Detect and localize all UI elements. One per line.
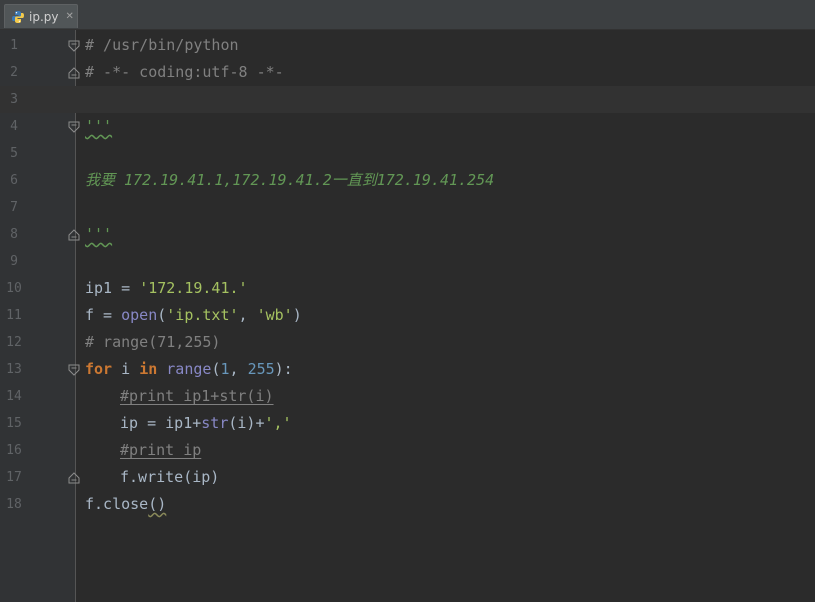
code-text: ''' xyxy=(85,225,113,243)
line-number: 6 xyxy=(10,173,18,188)
code-text: ip1 = '172.19.41.' xyxy=(85,275,248,302)
code-token: ip1 = xyxy=(85,279,140,297)
code-token: f.close xyxy=(85,495,149,513)
code-line-3[interactable]: 3 xyxy=(0,86,815,113)
line-number: 7 xyxy=(10,200,18,215)
line-number: 10 xyxy=(6,281,22,296)
code-line-18[interactable]: 18 f.close() xyxy=(0,491,815,518)
line-number: 1 xyxy=(10,38,18,53)
builtin-token: open xyxy=(121,306,158,324)
number-token: 1 xyxy=(220,360,230,378)
fold-end-marker-icon[interactable] xyxy=(67,228,81,242)
string-token: 'ip.txt' xyxy=(166,306,239,324)
keyword-token: in xyxy=(139,360,158,378)
line-number: 8 xyxy=(10,227,18,242)
code-token: ) xyxy=(292,306,302,324)
tab-ip-py[interactable]: ip.py ✕ xyxy=(4,4,78,28)
code-line-17[interactable]: 17 f.write(ip) xyxy=(0,464,815,491)
code-line-4[interactable]: 4 ''' xyxy=(0,113,815,140)
line-number: 2 xyxy=(10,65,18,80)
code-text: # -*- coding:utf-8 -*- xyxy=(85,63,284,81)
line-number: 13 xyxy=(6,362,22,377)
code-text: # /usr/bin/python xyxy=(85,36,239,54)
code-text: ip = ip1+str(i)+',' xyxy=(120,410,292,437)
code-text: f.close() xyxy=(85,491,166,518)
line-number: 17 xyxy=(6,470,22,485)
code-editor[interactable]: 1 # /usr/bin/python 2 # -*- coding:utf-8… xyxy=(0,30,815,602)
line-number: 3 xyxy=(10,92,18,107)
code-token: ): xyxy=(274,360,293,378)
code-text: for i in range(1, 255): xyxy=(85,356,293,383)
code-line-8[interactable]: 8 ''' xyxy=(0,221,815,248)
string-token: '172.19.41.' xyxy=(139,279,248,297)
code-token: (i)+ xyxy=(228,414,265,432)
number-token: 255 xyxy=(247,360,275,378)
editor-tab-bar: ip.py ✕ xyxy=(0,0,815,30)
code-text: #print ip xyxy=(120,441,202,459)
code-token: () xyxy=(148,495,167,513)
code-text: ''' xyxy=(85,117,113,135)
code-line-10[interactable]: 10 ip1 = '172.19.41.' xyxy=(0,275,815,302)
code-text: #print ip1+str(i) xyxy=(120,387,274,405)
code-token: , xyxy=(238,306,257,324)
code-text: 我要 172.19.41.1,172.19.41.2一直到172.19.41.2… xyxy=(85,171,495,189)
line-number: 15 xyxy=(6,416,22,431)
code-line-13[interactable]: 13 for i in range(1, 255): xyxy=(0,356,815,383)
line-number: 11 xyxy=(6,308,22,323)
code-line-12[interactable]: 12 # range(71,255) xyxy=(0,329,815,356)
code-line-1[interactable]: 1 # /usr/bin/python xyxy=(0,32,815,59)
keyword-token: for xyxy=(85,360,113,378)
code-text: f = open('ip.txt', 'wb') xyxy=(85,302,302,329)
builtin-token: range xyxy=(166,360,212,378)
line-number: 16 xyxy=(6,443,22,458)
string-token: 'wb' xyxy=(256,306,293,324)
line-number: 14 xyxy=(6,389,22,404)
code-line-2[interactable]: 2 # -*- coding:utf-8 -*- xyxy=(0,59,815,86)
line-number: 5 xyxy=(10,146,18,161)
fold-marker-icon[interactable] xyxy=(67,363,81,377)
code-line-15[interactable]: 15 ip = ip1+str(i)+',' xyxy=(0,410,815,437)
fold-end-marker-icon[interactable] xyxy=(67,471,81,485)
code-line-6[interactable]: 6 我要 172.19.41.1,172.19.41.2一直到172.19.41… xyxy=(0,167,815,194)
fold-marker-icon[interactable] xyxy=(67,39,81,53)
code-text: # range(71,255) xyxy=(85,333,221,351)
code-line-5[interactable]: 5 xyxy=(0,140,815,167)
fold-end-marker-icon[interactable] xyxy=(67,66,81,80)
code-token: f = xyxy=(85,306,122,324)
code-token: i xyxy=(112,360,140,378)
python-file-icon xyxy=(12,10,24,23)
code-token: ip = ip1+ xyxy=(120,414,202,432)
code-line-16[interactable]: 16 #print ip xyxy=(0,437,815,464)
code-line-11[interactable]: 11 f = open('ip.txt', 'wb') xyxy=(0,302,815,329)
close-tab-icon[interactable]: ✕ xyxy=(65,11,73,22)
line-number: 12 xyxy=(6,335,22,350)
builtin-token: str xyxy=(201,414,229,432)
code-token: ( xyxy=(157,306,167,324)
code-line-9[interactable]: 9 xyxy=(0,248,815,275)
code-token: , xyxy=(229,360,248,378)
tab-label: ip.py xyxy=(29,9,59,24)
line-number: 4 xyxy=(10,119,18,134)
code-text: f.write(ip) xyxy=(120,468,220,486)
line-number: 9 xyxy=(10,254,18,269)
code-line-7[interactable]: 7 xyxy=(0,194,815,221)
fold-marker-icon[interactable] xyxy=(67,120,81,134)
string-token: ',' xyxy=(264,414,292,432)
code-line-14[interactable]: 14 #print ip1+str(i) xyxy=(0,383,815,410)
line-number: 18 xyxy=(6,497,22,512)
